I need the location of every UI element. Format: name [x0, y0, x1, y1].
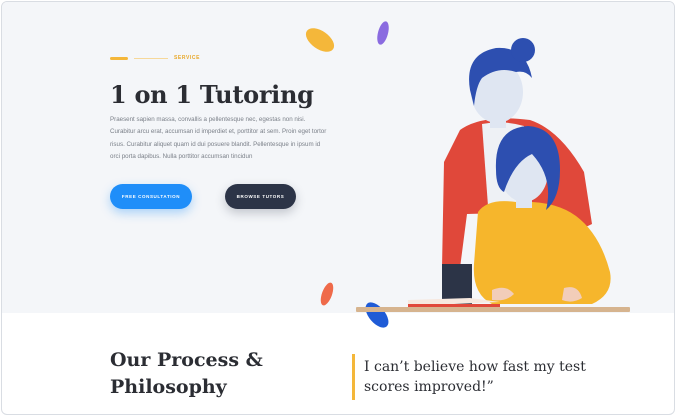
free-consultation-button[interactable]: FREE CONSULTATION — [110, 184, 192, 209]
confetti-blue — [365, 302, 389, 328]
tutor-neck — [490, 116, 506, 128]
book-cover — [408, 304, 500, 307]
tutor-student-illustration — [305, 21, 630, 328]
desk — [356, 307, 630, 312]
tutor-bun — [511, 38, 535, 62]
process-title-line1: Our Process & — [110, 349, 263, 371]
process-section-title: Our Process & Philosophy — [110, 347, 263, 401]
confetti-red — [320, 282, 334, 306]
hero-eyebrow: SERVICE — [110, 55, 200, 61]
page-title: 1 on 1 Tutoring — [110, 80, 314, 109]
confetti-yellow — [305, 28, 335, 52]
page-frame: SERVICE 1 on 1 Tutoring Praesent sapien … — [1, 1, 675, 415]
eyebrow-divider — [134, 57, 168, 59]
testimonial-quote: I can’t believe how fast my test scores … — [364, 359, 586, 395]
student-neck — [516, 198, 532, 208]
eyebrow-label: SERVICE — [174, 55, 201, 61]
eyebrow-accent-line — [110, 56, 128, 60]
confetti-purple — [377, 21, 389, 45]
process-title-line2: Philosophy — [110, 376, 227, 398]
quote-accent-bar — [352, 354, 355, 400]
browse-tutors-button[interactable]: BROWSE TUTORS — [225, 184, 296, 209]
